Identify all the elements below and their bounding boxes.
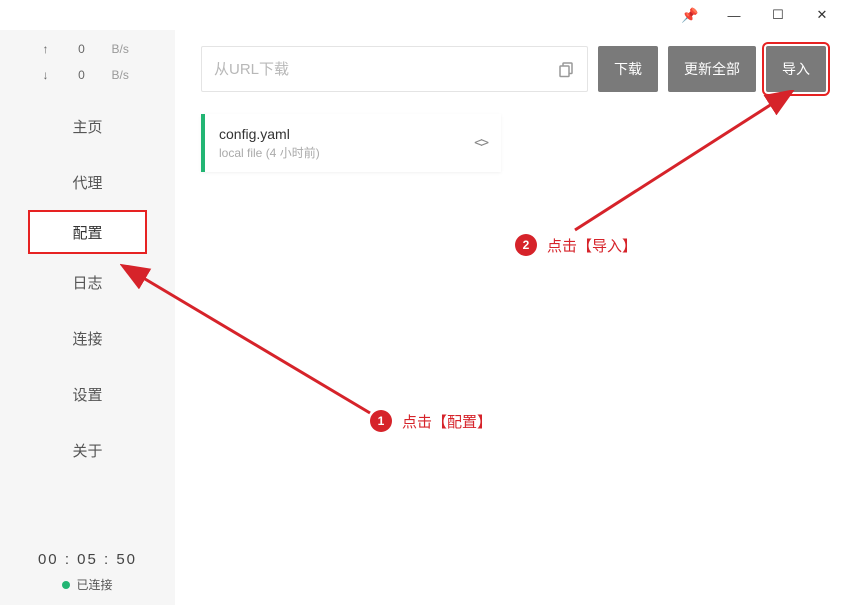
code-icon[interactable]: <> — [474, 135, 487, 151]
up-arrow-icon: ↑ — [40, 42, 52, 56]
annotation-badge-1: 1 — [370, 410, 392, 432]
annotation-2: 2 点击【导入】 — [515, 234, 637, 256]
config-card-subtitle: local file (4 小时前) — [219, 144, 462, 161]
nav-about[interactable]: 关于 — [0, 422, 175, 478]
down-arrow-icon: ↓ — [40, 68, 52, 82]
connection-label: 已连接 — [76, 576, 112, 593]
upload-unit: B/s — [112, 42, 136, 56]
url-input-container[interactable] — [201, 46, 588, 92]
main-content: 下载 更新全部 导入 config.yaml local file (4 小时前… — [175, 30, 852, 605]
nav-proxy[interactable]: 代理 — [0, 154, 175, 210]
toolbar: 下载 更新全部 导入 — [201, 46, 826, 92]
nav-log[interactable]: 日志 — [0, 254, 175, 310]
nav-home[interactable]: 主页 — [0, 98, 175, 154]
annotation-text-2: 点击【导入】 — [547, 235, 637, 256]
minimize-button[interactable]: — — [712, 1, 756, 29]
config-card-title: config.yaml — [219, 126, 462, 142]
download-speed: ↓ 0 B/s — [0, 62, 175, 88]
update-all-button[interactable]: 更新全部 — [668, 46, 756, 92]
nav-settings[interactable]: 设置 — [0, 366, 175, 422]
paste-icon[interactable] — [557, 60, 575, 78]
nav-connections[interactable]: 连接 — [0, 310, 175, 366]
annotation-arrow-2 — [565, 90, 795, 240]
download-value: 0 — [72, 68, 92, 82]
url-input[interactable] — [214, 61, 557, 78]
annotation-1: 1 点击【配置】 — [370, 410, 492, 432]
close-button[interactable]: ✕ — [800, 1, 844, 29]
download-button[interactable]: 下载 — [598, 46, 658, 92]
nav: 主页 代理 配置 日志 连接 设置 关于 — [0, 98, 175, 478]
config-card[interactable]: config.yaml local file (4 小时前) <> — [201, 114, 501, 172]
annotation-badge-2: 2 — [515, 234, 537, 256]
uptime-clock: 00 : 05 : 50 — [38, 551, 137, 568]
sidebar: ↑ 0 B/s ↓ 0 B/s 主页 代理 配置 日志 连接 设置 关于 00 … — [0, 30, 175, 605]
download-unit: B/s — [112, 68, 136, 82]
connection-status: 已连接 — [62, 576, 112, 593]
import-button[interactable]: 导入 — [766, 46, 826, 92]
upload-speed: ↑ 0 B/s — [0, 36, 175, 62]
upload-value: 0 — [72, 42, 92, 56]
status-dot-icon — [62, 581, 70, 589]
title-bar: 📌 — ☐ ✕ — [0, 0, 852, 30]
pin-button[interactable]: 📌 — [668, 1, 712, 29]
status-block: 00 : 05 : 50 已连接 — [0, 551, 175, 593]
annotation-text-1: 点击【配置】 — [402, 411, 492, 432]
maximize-button[interactable]: ☐ — [756, 1, 800, 29]
nav-config[interactable]: 配置 — [28, 210, 147, 254]
